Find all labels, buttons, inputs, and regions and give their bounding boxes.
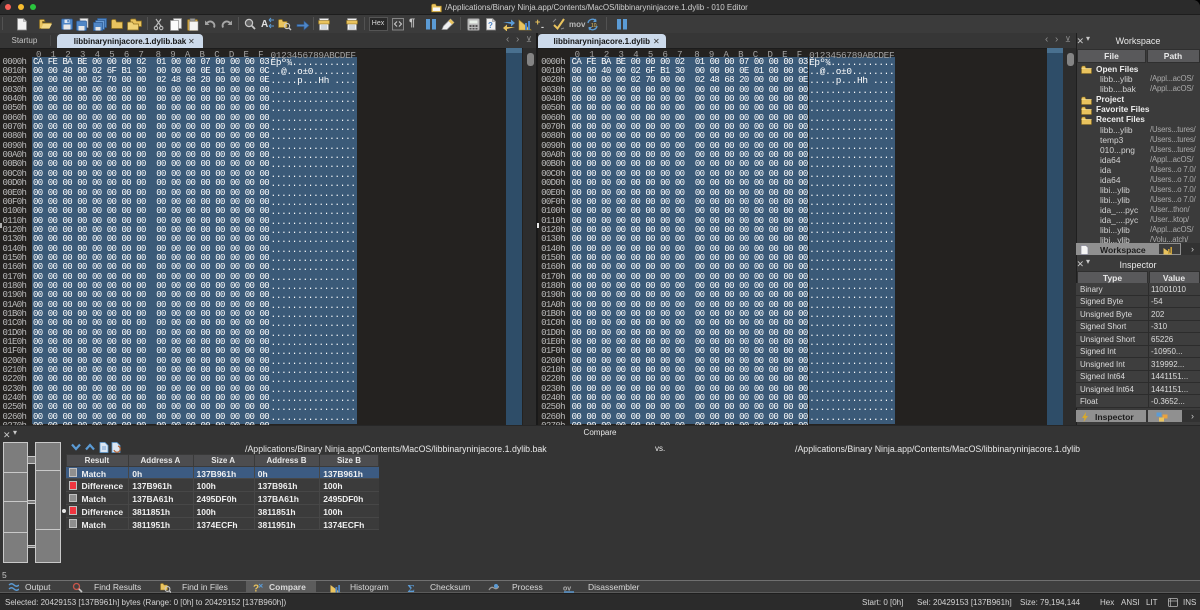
svg-text:+: + (535, 17, 540, 27)
svg-text:?: ? (253, 584, 259, 594)
svg-text:?: ? (488, 21, 493, 30)
svg-text:A: A (261, 19, 268, 30)
svg-text:-: - (541, 22, 544, 31)
svg-text:Σ: Σ (408, 583, 415, 593)
svg-text:10: 10 (591, 23, 597, 29)
